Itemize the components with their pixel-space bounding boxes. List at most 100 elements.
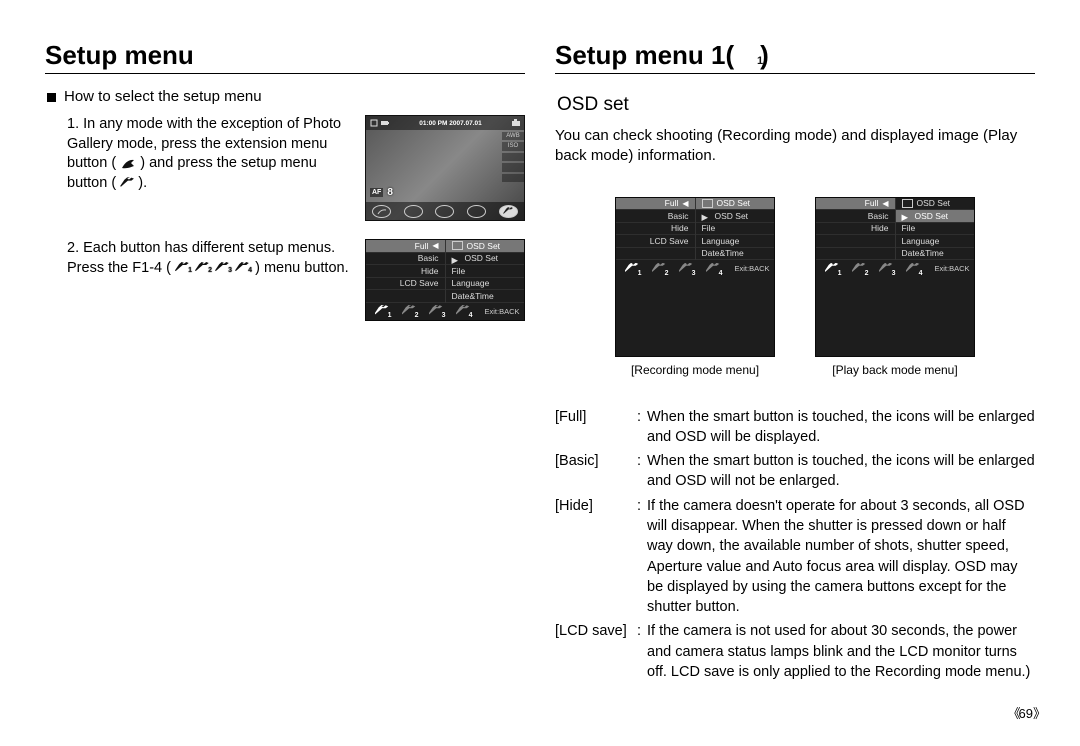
menu-left-item: Full◀	[616, 198, 695, 211]
menu-left-item: Hide	[616, 223, 695, 236]
left-column: Setup menu How to select the setup menu …	[30, 40, 540, 726]
menu-right-item: OSD Set	[896, 198, 975, 211]
footer-wrench-2-icon: 2	[652, 263, 668, 275]
footer-wrench-4-icon: 4	[456, 305, 472, 317]
manual-page: Setup menu How to select the setup menu …	[0, 0, 1080, 746]
menu-right-item: Date&Time	[446, 290, 525, 303]
preview-left-status: AF 8	[370, 187, 393, 198]
f4-icon: 4	[235, 262, 251, 274]
osd-intro: You can check shooting (Recording mode) …	[555, 126, 1035, 167]
section-heading: How to select the setup menu	[64, 88, 262, 105]
preview-timestamp: 01:00 PM 2007.07.01	[419, 120, 482, 127]
wrench-1-icon: 1	[738, 47, 760, 64]
footer-wrench-3-icon: 3	[429, 305, 445, 317]
footer-wrench-1-icon: 1	[825, 263, 841, 275]
definition-row: [LCD save]:If the camera is not used for…	[555, 621, 1035, 682]
def-desc: When the smart button is touched, the ic…	[647, 451, 1035, 492]
extension-menu-icon	[120, 157, 136, 169]
menu-exit-label: Exit:BACK	[730, 264, 774, 273]
menu-right-item: File	[696, 223, 775, 236]
setup-menu-screen-left: Full◀BasicHideLCD Save OSD Set▶OSD SetFi…	[365, 239, 525, 321]
footer-wrench-2-icon: 2	[852, 263, 868, 275]
osd-definition-list: [Full]:When the smart button is touched,…	[555, 407, 1035, 687]
step-1-text: 1.In any mode with the exception of Phot…	[67, 115, 365, 193]
recording-mode-menu-screen: Full◀BasicHideLCD Save OSD Set▶OSD SetFi…	[615, 197, 775, 357]
camera-icon	[902, 199, 913, 208]
page-title-left: Setup menu	[45, 40, 525, 74]
def-term: [LCD save]	[555, 621, 637, 682]
menu-left-item: LCD Save	[616, 235, 695, 248]
footer-wrench-3-icon: 3	[879, 263, 895, 275]
menu-right-item: Date&Time	[896, 248, 975, 261]
osd-set-heading: OSD set	[557, 94, 1035, 116]
shots-remaining: 8	[387, 187, 393, 198]
menu-right-item: OSD Set	[446, 240, 525, 253]
def-desc: When the smart button is touched, the ic…	[647, 407, 1035, 448]
menu-figures: Full◀BasicHideLCD Save OSD Set▶OSD SetFi…	[555, 197, 1035, 377]
step-2: 2.Each button has different setup menus.…	[67, 239, 525, 321]
menu-right-item: ▶OSD Set	[446, 253, 525, 266]
af-badge: AF	[370, 188, 383, 197]
setup-menu-wrench-icon	[120, 177, 134, 188]
play-icon: ▶	[452, 255, 461, 262]
menu-right-item: ▶OSD Set	[696, 210, 775, 223]
definition-row: [Hide]:If the camera doesn't operate for…	[555, 496, 1035, 618]
definition-row: [Full]:When the smart button is touched,…	[555, 407, 1035, 448]
playback-caption: [Play back mode menu]	[832, 363, 957, 377]
menu-left-item: Hide	[816, 223, 895, 236]
footer-wrench-1-icon: 1	[375, 305, 391, 317]
footer-wrench-2-icon: 2	[402, 305, 418, 317]
menu-right-item: Language	[896, 235, 975, 248]
f1-icon: 1	[175, 262, 191, 274]
play-icon: ▶	[902, 212, 911, 219]
menu-left-item: Basic	[816, 210, 895, 223]
oval-icon	[467, 205, 486, 218]
camera-icon	[702, 199, 713, 208]
menu-left-item: Full◀	[366, 240, 445, 253]
menu-right-item: File	[446, 265, 525, 278]
menu-left-item	[366, 290, 445, 303]
footer-wrench-3-icon: 3	[679, 263, 695, 275]
menu-left-item	[816, 235, 895, 248]
preview-right-bar: AWB ISO	[502, 130, 524, 202]
battery-icon	[381, 119, 389, 127]
recording-caption: [Recording mode menu]	[631, 363, 759, 377]
menu-exit-label: Exit:BACK	[480, 307, 524, 316]
menu-right-item: OSD Set	[696, 198, 775, 211]
def-term: [Hide]	[555, 496, 637, 618]
menu-right-item: Date&Time	[696, 248, 775, 261]
camera-preview-screen: 01:00 PM 2007.07.01 AWB ISO AF 8	[365, 115, 525, 221]
playback-mode-menu-screen: Full◀BasicHide OSD Set▶OSD SetFileLangua…	[815, 197, 975, 357]
menu-left-item: Basic	[366, 253, 445, 266]
preview-bottom-bar	[366, 202, 524, 220]
footer-wrench-1-icon: 1	[625, 263, 641, 275]
menu-right-item: ▶OSD Set	[896, 210, 975, 223]
footer-wrench-4-icon: 4	[906, 263, 922, 275]
play-icon: ▶	[702, 212, 711, 219]
preview-top-bar: 01:00 PM 2007.07.01	[366, 116, 524, 130]
camera-icon	[452, 241, 463, 250]
camera-mode-icon	[512, 119, 520, 127]
menu-right-item: Language	[446, 278, 525, 291]
menu-left-item: Full◀	[816, 198, 895, 211]
menu-right-item: Language	[696, 235, 775, 248]
section-heading-row: How to select the setup menu	[45, 88, 525, 105]
card-icon	[370, 119, 378, 127]
square-bullet-icon	[47, 93, 56, 102]
footer-wrench-4-icon: 4	[706, 263, 722, 275]
menu-left-item	[816, 248, 895, 261]
definition-row: [Basic]:When the smart button is touched…	[555, 451, 1035, 492]
f2-icon: 2	[195, 262, 211, 274]
step-1: 1.In any mode with the exception of Phot…	[67, 115, 525, 221]
menu-exit-label: Exit:BACK	[930, 264, 974, 273]
step-2-text: 2.Each button has different setup menus.…	[67, 239, 365, 278]
def-term: [Full]	[555, 407, 637, 448]
def-term: [Basic]	[555, 451, 637, 492]
wrench-oval-icon	[499, 205, 518, 218]
menu-right-item: File	[896, 223, 975, 236]
menu-left-item: Hide	[366, 265, 445, 278]
ext-oval-icon	[372, 205, 391, 218]
oval-icon	[435, 205, 454, 218]
menu-left-item	[616, 248, 695, 261]
menu-left-item: Basic	[616, 210, 695, 223]
